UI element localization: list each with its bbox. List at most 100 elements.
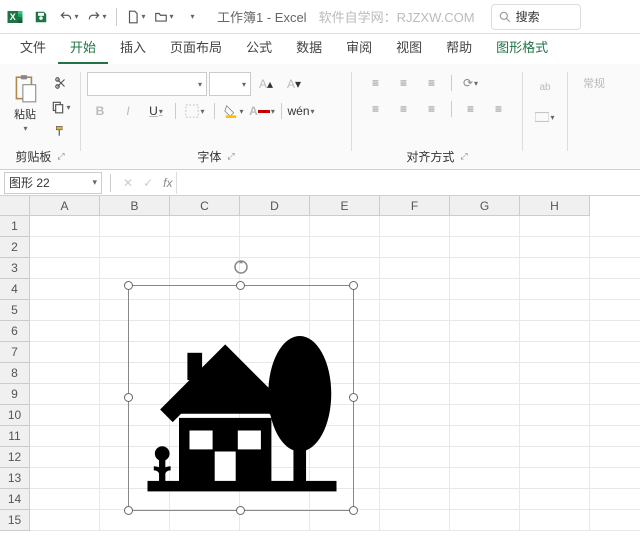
- resize-handle-t[interactable]: [236, 281, 245, 290]
- quick-access-toolbar: ▾ ▾ ▾ ▾ ▾: [28, 4, 205, 30]
- row-header[interactable]: 1: [0, 216, 30, 237]
- tab-file[interactable]: 文件: [8, 31, 58, 64]
- ribbon-tabs: 文件 开始 插入 页面布局 公式 数据 审阅 视图 帮助 图形格式: [0, 34, 640, 64]
- undo-button[interactable]: ▾: [56, 4, 82, 30]
- row-header[interactable]: 2: [0, 237, 30, 258]
- row-header[interactable]: 13: [0, 468, 30, 489]
- tab-data[interactable]: 数据: [284, 31, 334, 64]
- bold-button[interactable]: B: [87, 100, 113, 122]
- column-headers: A B C D E F G H: [30, 196, 590, 216]
- col-header[interactable]: B: [100, 196, 170, 216]
- select-all-corner[interactable]: [0, 196, 30, 216]
- italic-button[interactable]: I: [115, 100, 141, 122]
- open-file-button[interactable]: ▾: [151, 4, 177, 30]
- col-header[interactable]: E: [310, 196, 380, 216]
- row-header[interactable]: 11: [0, 426, 30, 447]
- tab-home[interactable]: 开始: [58, 31, 108, 64]
- tab-view[interactable]: 视图: [384, 31, 434, 64]
- col-header[interactable]: G: [450, 196, 520, 216]
- resize-handle-tl[interactable]: [124, 281, 133, 290]
- formula-bar[interactable]: [176, 172, 640, 194]
- row-header[interactable]: 8: [0, 363, 30, 384]
- tab-formulas[interactable]: 公式: [234, 31, 284, 64]
- alignment-launcher[interactable]: ⤢: [460, 151, 467, 162]
- wrap-text-button[interactable]: ab: [529, 72, 561, 102]
- row-header[interactable]: 3: [0, 258, 30, 279]
- paste-button[interactable]: 粘贴 ▾: [6, 72, 44, 135]
- align-center-button[interactable]: ≡: [391, 98, 417, 120]
- selected-shape[interactable]: [128, 285, 354, 511]
- cancel-formula-button[interactable]: ✕: [119, 176, 137, 190]
- align-left-button[interactable]: ≡: [363, 98, 389, 120]
- resize-handle-b[interactable]: [236, 506, 245, 515]
- font-launcher[interactable]: ⤢: [227, 151, 234, 162]
- resize-handle-br[interactable]: [349, 506, 358, 515]
- phonetic-button[interactable]: wén▾: [288, 100, 314, 122]
- excel-app-icon: X: [6, 8, 24, 26]
- decrease-font-button[interactable]: A▾: [281, 73, 307, 95]
- tab-review[interactable]: 审阅: [334, 31, 384, 64]
- increase-indent-button[interactable]: ≡: [486, 98, 512, 120]
- number-format-select[interactable]: 常规: [574, 72, 614, 94]
- col-header[interactable]: H: [520, 196, 590, 216]
- align-bottom-button[interactable]: ≡: [419, 72, 445, 94]
- fill-color-button[interactable]: ▾: [221, 100, 247, 122]
- save-button[interactable]: [28, 4, 54, 30]
- resize-handle-l[interactable]: [124, 393, 133, 402]
- cut-button[interactable]: [48, 72, 74, 94]
- align-top-button[interactable]: ≡: [363, 72, 389, 94]
- row-header[interactable]: 7: [0, 342, 30, 363]
- resize-handle-bl[interactable]: [124, 506, 133, 515]
- align-right-button[interactable]: ≡: [419, 98, 445, 120]
- row-header[interactable]: 15: [0, 510, 30, 531]
- col-header[interactable]: D: [240, 196, 310, 216]
- clipboard-launcher[interactable]: ⤢: [57, 151, 64, 162]
- format-painter-button[interactable]: [48, 120, 74, 142]
- resize-handle-r[interactable]: [349, 393, 358, 402]
- col-header[interactable]: F: [380, 196, 450, 216]
- tab-insert[interactable]: 插入: [108, 31, 158, 64]
- row-header[interactable]: 6: [0, 321, 30, 342]
- search-icon: [498, 10, 512, 24]
- search-placeholder: 搜索: [516, 8, 540, 25]
- tab-page-layout[interactable]: 页面布局: [158, 31, 234, 64]
- merge-button[interactable]: ▾: [529, 106, 561, 128]
- tab-help[interactable]: 帮助: [434, 31, 484, 64]
- search-box[interactable]: 搜索: [491, 4, 581, 30]
- redo-button[interactable]: ▾: [84, 4, 110, 30]
- watermark-text: 软件自学网：RJZXW.COM: [319, 7, 475, 26]
- increase-font-button[interactable]: A▴: [253, 73, 279, 95]
- underline-button[interactable]: U▾: [143, 100, 169, 122]
- row-header[interactable]: 10: [0, 405, 30, 426]
- resize-handle-tr[interactable]: [349, 281, 358, 290]
- col-header[interactable]: A: [30, 196, 100, 216]
- decrease-indent-button[interactable]: ≡: [458, 98, 484, 120]
- row-header[interactable]: 14: [0, 489, 30, 510]
- font-color-button[interactable]: A▾: [249, 100, 275, 122]
- border-button[interactable]: ▾: [182, 100, 208, 122]
- col-header[interactable]: C: [170, 196, 240, 216]
- svg-text:X: X: [10, 12, 16, 22]
- row-header[interactable]: 4: [0, 279, 30, 300]
- chevron-down-icon: ▾: [92, 177, 97, 188]
- tab-shape-format[interactable]: 图形格式: [484, 31, 560, 64]
- new-file-button[interactable]: ▾: [123, 4, 149, 30]
- rotate-handle[interactable]: [232, 258, 250, 276]
- group-number: 常规: [568, 68, 620, 169]
- font-size-select[interactable]: ▾: [209, 72, 251, 96]
- fx-label[interactable]: fx: [163, 176, 172, 190]
- group-font: ▾ ▾ A▴ A▾ B I U▾ ▾ ▾ A▾ wén▾ 字体⤢: [81, 68, 351, 169]
- row-headers: 1 2 3 4 5 6 7 8 9 10 11 12 13 14 15: [0, 216, 30, 531]
- row-header[interactable]: 12: [0, 447, 30, 468]
- row-header[interactable]: 9: [0, 384, 30, 405]
- enter-formula-button[interactable]: ✓: [139, 176, 157, 190]
- row-header[interactable]: 5: [0, 300, 30, 321]
- formula-bar-row: 图形 22 ▾ ✕ ✓ fx: [0, 170, 640, 196]
- align-middle-button[interactable]: ≡: [391, 72, 417, 94]
- orientation-button[interactable]: ⟳▾: [458, 72, 484, 94]
- group-alignment: ≡ ≡ ≡ ⟳▾ ≡ ≡ ≡ ≡ ≡ 对齐方式⤢: [352, 68, 522, 169]
- font-family-select[interactable]: ▾: [87, 72, 207, 96]
- qat-customize-button[interactable]: ▾: [179, 4, 205, 30]
- copy-button[interactable]: ▾: [48, 96, 74, 118]
- name-box[interactable]: 图形 22 ▾: [4, 172, 102, 194]
